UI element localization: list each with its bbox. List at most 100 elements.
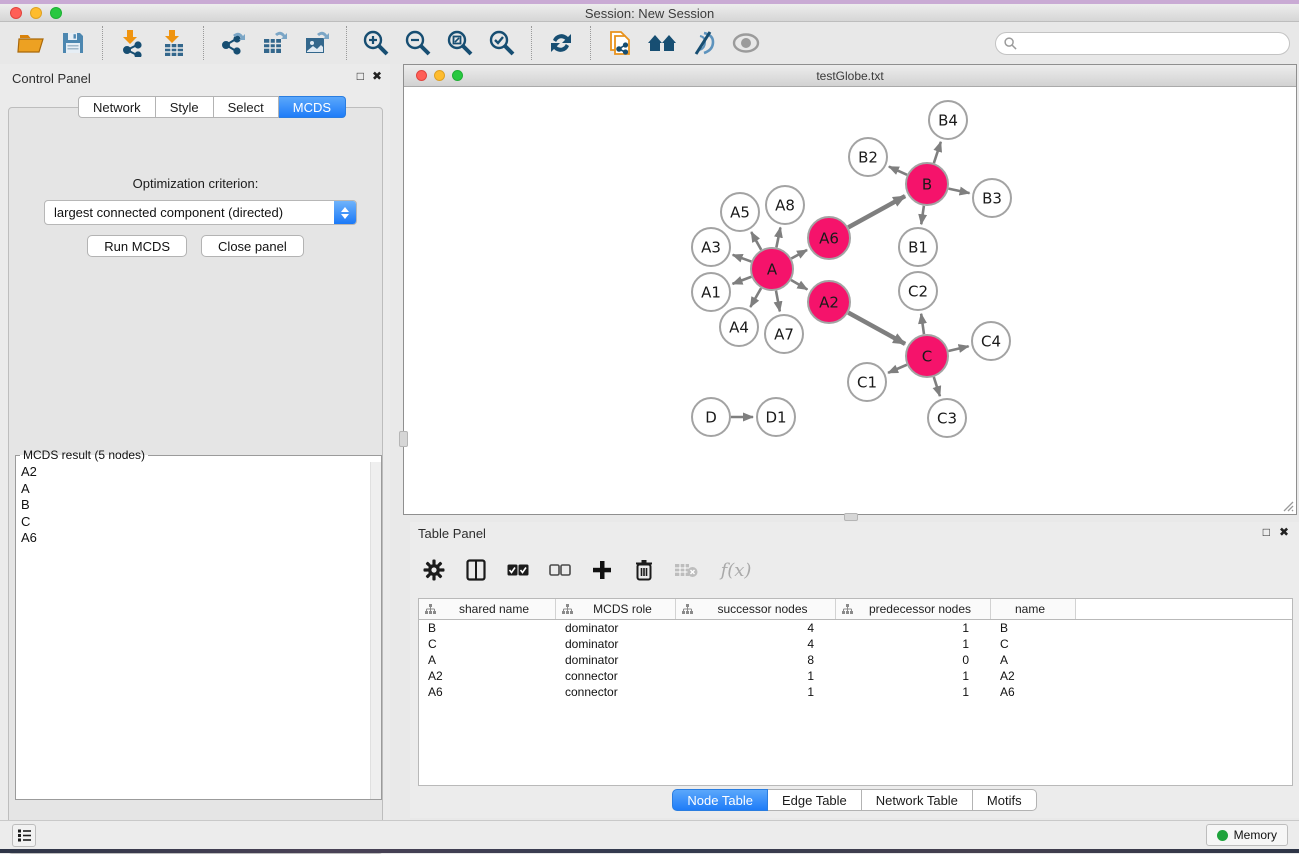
tab-network-table[interactable]: Network Table [862, 789, 973, 811]
close-table-panel-icon[interactable]: ✖ [1279, 525, 1289, 539]
table-cell[interactable]: 1 [676, 684, 836, 700]
table-cell[interactable]: 1 [836, 620, 991, 636]
graph-edge-B-B2[interactable] [889, 167, 907, 175]
table-cell[interactable]: 1 [836, 668, 991, 684]
create-column-button[interactable] [588, 555, 616, 585]
function-builder-button[interactable]: f(x) [714, 555, 758, 585]
graph-edge-C-C4[interactable] [948, 346, 968, 351]
table-cell[interactable]: dominator [556, 636, 676, 652]
table-cell[interactable]: connector [556, 668, 676, 684]
table-cell[interactable]: A6 [419, 684, 556, 700]
float-table-panel-icon[interactable]: □ [1263, 525, 1270, 539]
table-cell[interactable]: C [991, 636, 1076, 652]
result-list-scrollbar[interactable] [370, 462, 381, 799]
table-cell[interactable]: 8 [676, 652, 836, 668]
tab-node-table[interactable]: Node Table [672, 789, 768, 811]
tab-motifs[interactable]: Motifs [973, 789, 1037, 811]
graph-edge-A-A4[interactable] [750, 288, 761, 307]
graph-edge-B-B4[interactable] [934, 142, 941, 163]
mcds-result-item[interactable]: A2 [21, 464, 381, 481]
graph-edge-A6-B[interactable] [848, 196, 905, 227]
graph-edge-A2-C[interactable] [848, 313, 905, 344]
home-button[interactable] [644, 26, 680, 60]
table-row[interactable]: Adominator80A [419, 652, 1292, 668]
table-cell[interactable]: C [419, 636, 556, 652]
float-panel-icon[interactable]: □ [357, 69, 364, 83]
table-cell[interactable]: 1 [676, 668, 836, 684]
select-all-columns-button[interactable] [504, 555, 532, 585]
search-input[interactable] [1022, 36, 1281, 50]
tab-edge-table[interactable]: Edge Table [768, 789, 862, 811]
zoom-selected-button[interactable] [484, 26, 520, 60]
resize-grip-icon[interactable] [1282, 500, 1294, 512]
table-cell[interactable]: 0 [836, 652, 991, 668]
graph-edge-A-A2[interactable] [791, 280, 807, 289]
column-header-predecessor-nodes[interactable]: predecessor nodes [836, 599, 991, 619]
tab-network[interactable]: Network [78, 96, 156, 118]
table-cell[interactable]: B [991, 620, 1076, 636]
close-panel-icon[interactable]: ✖ [372, 69, 382, 83]
import-table-button[interactable] [156, 26, 192, 60]
column-header-successor-nodes[interactable]: successor nodes [676, 599, 836, 619]
network-horizontal-scroll-thumb[interactable] [844, 513, 858, 521]
import-network-button[interactable] [114, 26, 150, 60]
column-header-shared-name[interactable]: shared name [419, 599, 556, 619]
graph-edge-C-C2[interactable] [921, 314, 924, 334]
show-task-history-button[interactable] [12, 824, 36, 847]
graph-edge-A-A6[interactable] [791, 250, 807, 259]
tab-mcds[interactable]: MCDS [279, 96, 346, 118]
delete-table-button[interactable] [672, 555, 700, 585]
show-graphics-details-button[interactable] [728, 26, 764, 60]
table-cell[interactable]: 1 [836, 684, 991, 700]
refresh-layout-button[interactable] [543, 26, 579, 60]
zoom-out-button[interactable] [400, 26, 436, 60]
column-header-MCDS-role[interactable]: MCDS role [556, 599, 676, 619]
table-row[interactable]: Cdominator41C [419, 636, 1292, 652]
hide-annotations-button[interactable] [686, 26, 722, 60]
table-row[interactable]: A6connector11A6 [419, 684, 1292, 700]
zoom-fit-button[interactable] [442, 26, 478, 60]
graph-edge-A-A7[interactable] [776, 291, 780, 312]
titlebar[interactable]: Session: New Session [0, 4, 1299, 22]
graph-edge-A-A1[interactable] [733, 277, 752, 284]
table-row[interactable]: A2connector11A2 [419, 668, 1292, 684]
table-cell[interactable]: 4 [676, 636, 836, 652]
graph-edge-A-A5[interactable] [751, 232, 761, 250]
table-cell[interactable]: connector [556, 684, 676, 700]
network-window-titlebar[interactable]: testGlobe.txt [404, 65, 1296, 87]
tab-select[interactable]: Select [214, 96, 279, 118]
mcds-result-item[interactable]: A [21, 481, 381, 498]
tab-style[interactable]: Style [156, 96, 214, 118]
table-cell[interactable]: dominator [556, 652, 676, 668]
mcds-result-item[interactable]: B [21, 497, 381, 514]
close-panel-button[interactable]: Close panel [201, 235, 304, 257]
table-cell[interactable]: A2 [419, 668, 556, 684]
table-cell[interactable]: 4 [676, 620, 836, 636]
table-row[interactable]: Bdominator41B [419, 620, 1292, 636]
save-session-button[interactable] [55, 26, 91, 60]
export-network-button[interactable] [215, 26, 251, 60]
memory-button[interactable]: Memory [1206, 824, 1288, 846]
clone-network-button[interactable] [602, 26, 638, 60]
network-vertical-scroll-thumb[interactable] [399, 431, 408, 447]
zoom-in-button[interactable] [358, 26, 394, 60]
graph-edge-C-C1[interactable] [888, 365, 907, 373]
graph-edge-B-B3[interactable] [949, 189, 970, 194]
deselect-all-columns-button[interactable] [546, 555, 574, 585]
graph-edge-A-A3[interactable] [733, 255, 752, 262]
search-field[interactable] [995, 32, 1290, 55]
mcds-result-item[interactable]: C [21, 514, 381, 531]
table-cell[interactable]: B [419, 620, 556, 636]
graph-edge-B-B1[interactable] [921, 206, 924, 224]
criterion-select[interactable]: largest connected component (directed) [44, 200, 357, 225]
graph-edge-C-C3[interactable] [934, 377, 940, 396]
export-image-button[interactable] [299, 26, 335, 60]
table-cell[interactable]: 1 [836, 636, 991, 652]
open-session-button[interactable] [13, 26, 49, 60]
table-cell[interactable]: dominator [556, 620, 676, 636]
show-columns-button[interactable] [462, 555, 490, 585]
column-header-name[interactable]: name [991, 599, 1076, 619]
network-canvas[interactable]: B4B2BB3A5A8A6A3B1AA1C2A2A4A7C4CC1DD1C3 [404, 87, 1296, 514]
table-cell[interactable]: A [991, 652, 1076, 668]
table-cell[interactable]: A2 [991, 668, 1076, 684]
